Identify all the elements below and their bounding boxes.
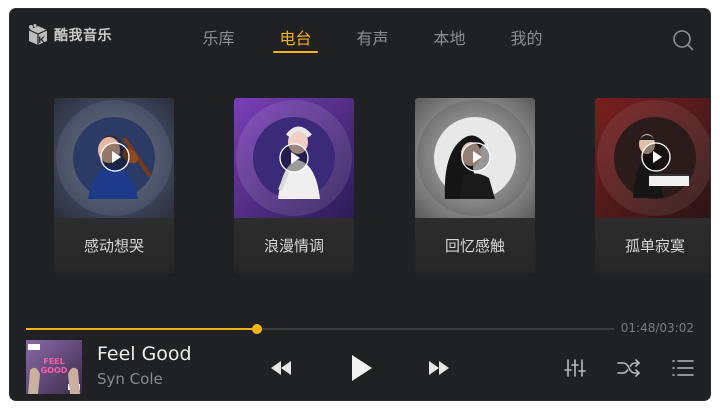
app-window: K 酷我音乐 乐库 电台 有声 本地 我的 感动想哭 浪漫情调 回忆感触 孤单寂… (10, 9, 710, 400)
next-track-icon[interactable] (428, 360, 450, 376)
radio-card-label: 孤单寂寞 (595, 218, 710, 273)
app-name: 酷我音乐 (54, 28, 112, 44)
main-tabs: 乐库 电台 有声 本地 我的 (180, 25, 565, 55)
tab-local[interactable]: 本地 (411, 25, 488, 55)
song-title: Feel Good (97, 343, 192, 365)
progress-fill (26, 328, 258, 330)
radio-card[interactable]: 孤单寂寞 (595, 98, 710, 273)
playback-time: 01:48/03:02 (620, 321, 694, 335)
kuwo-logo-icon: K (26, 23, 50, 47)
tab-radio[interactable]: 电台 (257, 25, 334, 55)
radio-card[interactable]: 浪漫情调 (234, 98, 354, 273)
app-logo[interactable]: K 酷我音乐 (26, 23, 112, 47)
radio-card-label: 回忆感触 (415, 218, 535, 273)
radio-card[interactable]: 感动想哭 (54, 98, 174, 273)
tab-library[interactable]: 乐库 (180, 25, 257, 55)
radio-card-label: 浪漫情调 (234, 218, 354, 273)
play-icon[interactable] (100, 142, 130, 172)
equalizer-icon[interactable] (564, 358, 586, 378)
search-icon[interactable] (672, 29, 694, 51)
radio-card-cover (415, 98, 535, 218)
radio-card-list: 感动想哭 浪漫情调 回忆感触 孤单寂寞 (10, 98, 710, 274)
radio-card[interactable]: 回忆感触 (415, 98, 535, 273)
song-artist: Syn Cole (97, 370, 163, 388)
progress-bar[interactable] (26, 324, 614, 334)
tab-audiobooks[interactable]: 有声 (334, 25, 411, 55)
radio-card-cover (595, 98, 710, 218)
previous-track-icon[interactable] (270, 360, 292, 376)
play-icon[interactable] (350, 353, 374, 383)
album-art[interactable]: FEEL GOOD (26, 340, 82, 394)
svg-text:K: K (39, 35, 46, 45)
radio-card-cover (54, 98, 174, 218)
radio-card-cover (234, 98, 354, 218)
album-art-text: FEEL GOOD (40, 357, 68, 375)
play-icon[interactable] (279, 143, 309, 173)
shuffle-icon[interactable] (617, 359, 641, 377)
progress-handle[interactable] (252, 324, 263, 334)
radio-card-label: 感动想哭 (54, 218, 174, 273)
play-icon[interactable] (641, 142, 671, 172)
tab-mine[interactable]: 我的 (488, 25, 565, 55)
playlist-icon[interactable] (672, 359, 694, 377)
play-icon[interactable] (461, 142, 491, 172)
